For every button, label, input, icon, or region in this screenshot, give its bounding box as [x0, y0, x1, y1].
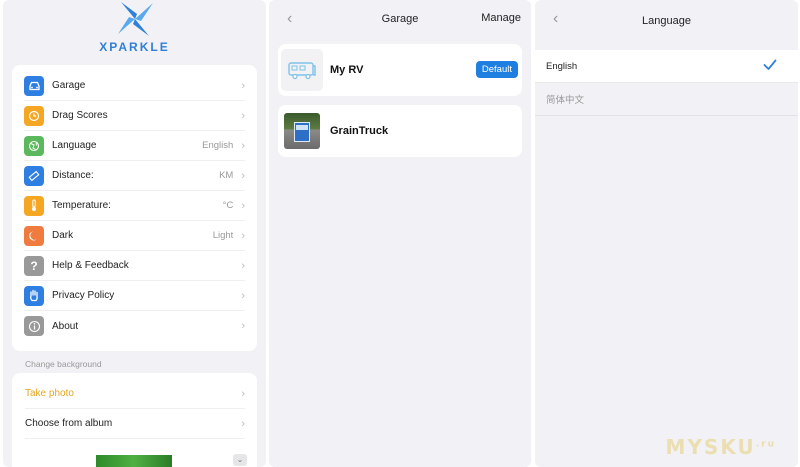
- settings-label: About: [52, 320, 79, 332]
- choose-album-row[interactable]: Choose from album ›: [25, 409, 245, 439]
- xparkle-logo-icon: [118, 2, 153, 36]
- settings-label: Garage: [52, 80, 86, 91]
- settings-value: °C: [222, 200, 234, 211]
- page-title: Language: [642, 15, 691, 27]
- question-icon: ?: [24, 255, 44, 276]
- settings-label: Temperature:: [52, 200, 111, 211]
- settings-label: Dark: [52, 230, 74, 241]
- settings-row-distance[interactable]: Distance: KM ›: [24, 161, 245, 191]
- background-thumbnail[interactable]: [96, 455, 172, 467]
- settings-value: English: [202, 140, 234, 151]
- settings-label: Language: [52, 140, 97, 151]
- chevron-right-icon: ›: [241, 289, 245, 302]
- settings-row-about[interactable]: About ›: [24, 311, 245, 341]
- settings-row-help[interactable]: ? Help & Feedback ›: [24, 251, 245, 281]
- language-label: 简体中文: [546, 95, 585, 106]
- settings-card: Garage › Drag Scores › Language English …: [12, 65, 257, 351]
- language-option-chinese[interactable]: 简体中文: [535, 83, 798, 116]
- car-icon: [24, 75, 44, 96]
- settings-label: Distance:: [52, 170, 94, 181]
- settings-row-privacy[interactable]: Privacy Policy ›: [24, 281, 245, 311]
- settings-value: Light: [212, 230, 234, 241]
- chevron-right-icon: ›: [241, 169, 245, 182]
- car-name: My RV: [330, 64, 364, 76]
- settings-value: KM: [219, 170, 234, 181]
- thermometer-icon: [24, 195, 44, 216]
- choose-album-label: Choose from album: [25, 418, 113, 429]
- rv-icon: [281, 49, 323, 91]
- language-nav-bar: ‹ Language: [535, 0, 798, 38]
- settings-row-temperature[interactable]: Temperature: °C ›: [24, 191, 245, 221]
- chevron-right-icon: ›: [241, 259, 245, 272]
- language-panel: ‹ Language English 简体中文 MYSKU.ru: [535, 0, 798, 467]
- settings-label: Help & Feedback: [52, 260, 129, 271]
- garage-nav-bar: ‹ Garage Manage: [269, 0, 531, 38]
- settings-row-drag-scores[interactable]: Drag Scores ›: [24, 101, 245, 131]
- logo-text: XPARKLE: [99, 40, 170, 54]
- chevron-right-icon: ›: [241, 229, 245, 242]
- default-badge: Default: [475, 61, 518, 78]
- chevron-right-icon: ›: [241, 139, 245, 152]
- moon-icon: [24, 225, 44, 246]
- info-icon: [24, 316, 44, 336]
- chevron-down-icon[interactable]: ⌄: [233, 454, 247, 466]
- chevron-right-icon: ›: [241, 320, 245, 332]
- settings-row-dark[interactable]: Dark Light ›: [24, 221, 245, 251]
- language-label: English: [546, 60, 578, 72]
- ruler-icon: [24, 165, 44, 186]
- language-option-english[interactable]: English: [535, 50, 798, 83]
- chevron-right-icon: ›: [241, 199, 245, 212]
- settings-row-language[interactable]: Language English ›: [24, 131, 245, 161]
- chevron-right-icon: ›: [241, 417, 245, 430]
- car-name: GrainTruck: [330, 125, 389, 137]
- settings-label: Drag Scores: [52, 110, 108, 121]
- manage-button[interactable]: Manage: [481, 12, 521, 24]
- app-logo: XPARKLE: [3, 0, 266, 60]
- background-section-title: Change background: [25, 359, 102, 369]
- settings-panel: XPARKLE Garage › Drag Scores › Language …: [3, 0, 266, 467]
- chevron-right-icon: ›: [241, 79, 245, 92]
- chevron-right-icon: ›: [241, 109, 245, 122]
- chevron-right-icon: ›: [241, 387, 245, 400]
- car-card[interactable]: GrainTruck: [278, 105, 522, 157]
- take-photo-row[interactable]: Take photo ›: [25, 379, 245, 409]
- garage-panel: ‹ Garage Manage My RV Default GrainTruck: [269, 0, 531, 467]
- truck-photo: [284, 113, 320, 149]
- background-card: Take photo › Choose from album › ⌄: [12, 373, 257, 467]
- watermark: MYSKU.ru: [665, 435, 776, 459]
- checkmark-icon: [763, 59, 777, 70]
- globe-icon: [24, 135, 44, 156]
- take-photo-label: Take photo: [25, 388, 74, 399]
- hand-icon: [24, 285, 44, 306]
- language-list: English 简体中文: [535, 50, 798, 116]
- clock-icon: [24, 105, 44, 126]
- settings-label: Privacy Policy: [52, 290, 115, 301]
- settings-row-garage[interactable]: Garage ›: [24, 71, 245, 101]
- car-card[interactable]: My RV Default: [278, 44, 522, 96]
